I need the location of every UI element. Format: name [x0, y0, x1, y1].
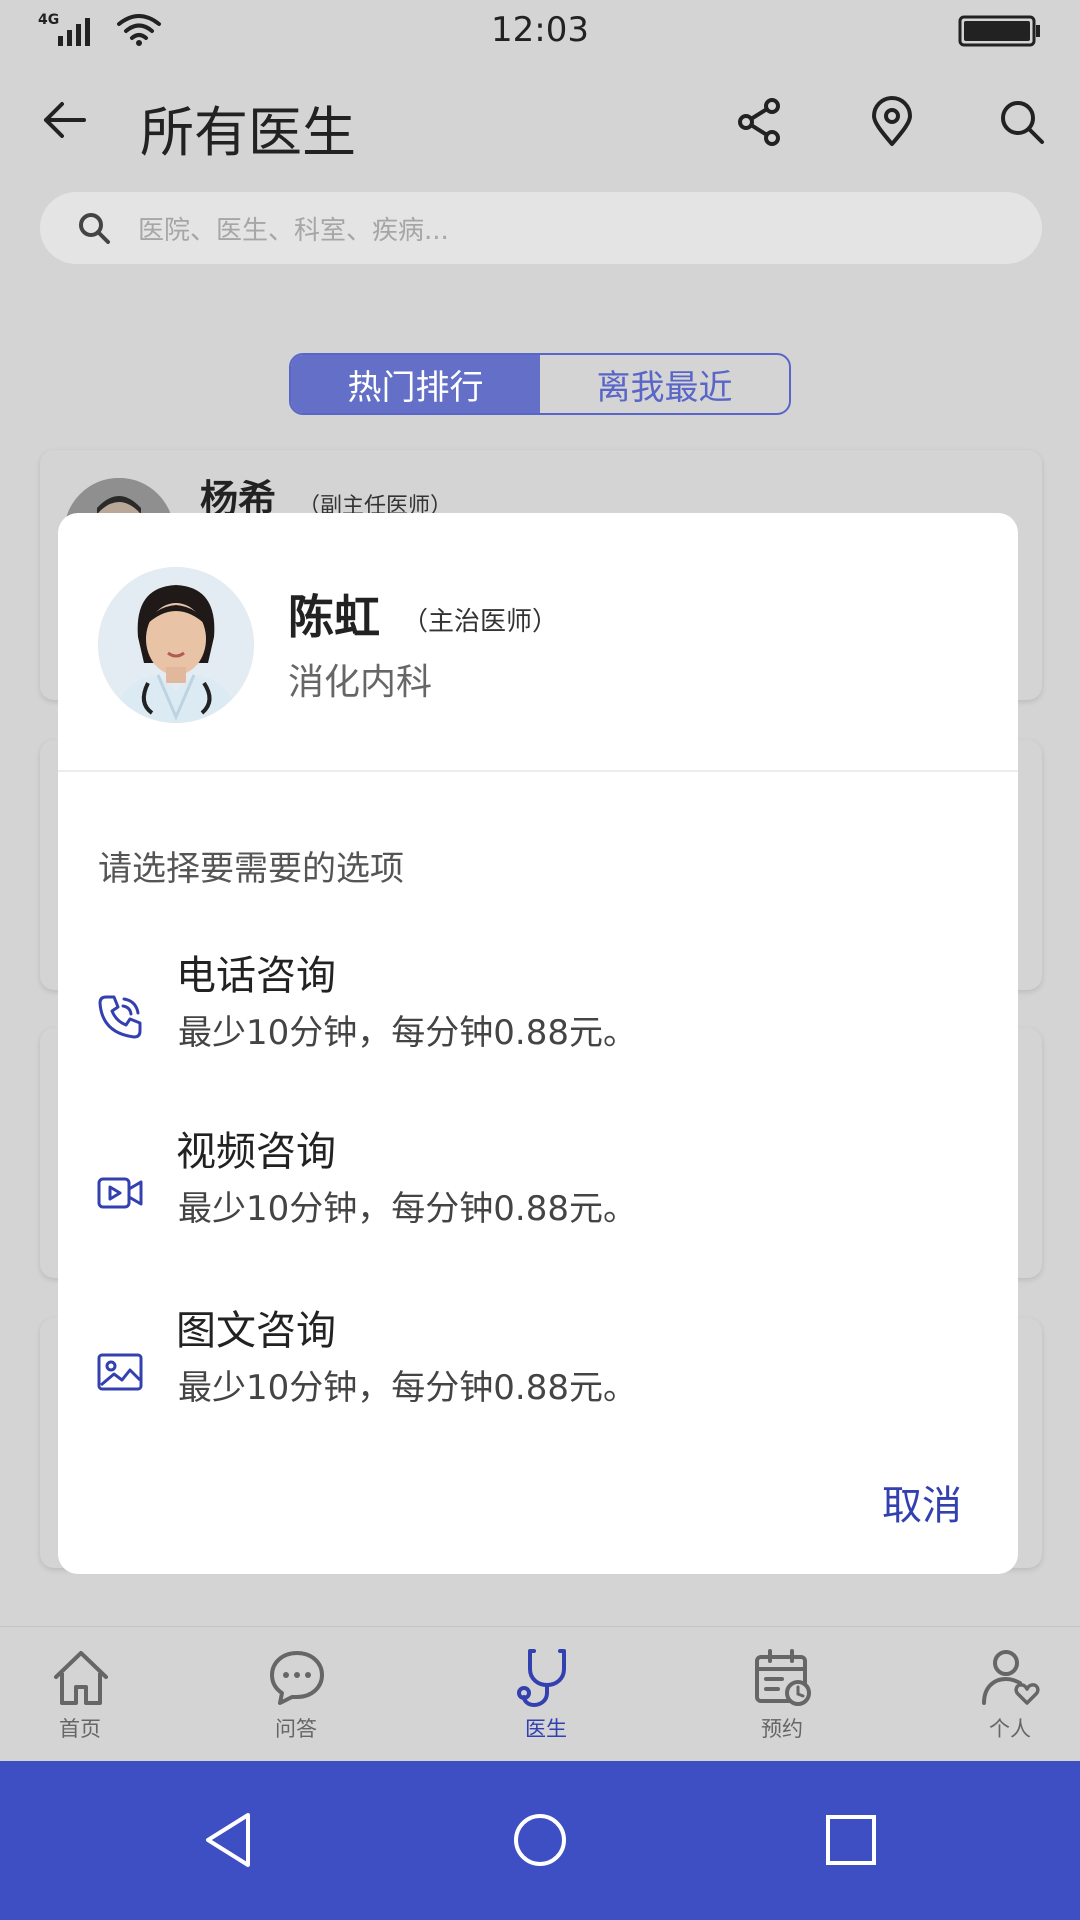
video-icon	[97, 1177, 143, 1209]
image-icon	[97, 1353, 143, 1391]
tab-profile[interactable]: 个人	[930, 1627, 1080, 1762]
share-icon[interactable]	[734, 96, 786, 148]
doctor-photo	[98, 567, 254, 723]
battery-icon	[958, 15, 1040, 47]
home-icon	[54, 1651, 108, 1705]
doctor-avatar	[98, 567, 254, 723]
doctor-department: 消化内科	[288, 662, 433, 703]
tab-label: 医生	[525, 1717, 567, 1741]
tab-label: 预约	[761, 1717, 803, 1741]
back-triangle-icon[interactable]	[194, 1805, 264, 1875]
doctor-title: （主治医师）	[402, 607, 559, 637]
system-navigation-bar	[0, 1761, 1080, 1920]
tab-nearest[interactable]: 离我最近	[540, 355, 789, 413]
tab-home[interactable]: 首页	[0, 1627, 160, 1762]
option-title: 视频咨询	[176, 1129, 336, 1175]
back-arrow-icon[interactable]	[36, 92, 92, 148]
dialog-prompt: 请选择要需要的选项	[98, 849, 404, 889]
option-phone-consult[interactable]: 电话咨询 最少10分钟，每分钟0.88元。	[58, 943, 1018, 1083]
divider	[58, 770, 1018, 772]
tab-appointment[interactable]: 预约	[702, 1627, 862, 1762]
search-input[interactable]: 医院、医生、科室、疾病...	[40, 192, 1042, 264]
tab-qa[interactable]: 问答	[216, 1627, 376, 1762]
doctor-name: 陈虹	[288, 590, 380, 644]
bottom-tab-bar: 首页 问答 医生 预约 个人	[0, 1626, 1080, 1761]
search-placeholder: 医院、医生、科室、疾病...	[138, 216, 449, 246]
option-description: 最少10分钟，每分钟0.88元。	[178, 1368, 637, 1408]
tab-doctors[interactable]: 医生	[466, 1627, 626, 1762]
option-title: 电话咨询	[176, 953, 336, 999]
home-circle-icon[interactable]	[505, 1805, 575, 1875]
option-description: 最少10分钟，每分钟0.88元。	[178, 1013, 637, 1053]
status-bar: 4G 12:03	[0, 0, 1080, 60]
search-icon[interactable]	[996, 96, 1048, 148]
tab-label: 个人	[989, 1717, 1031, 1741]
cancel-button[interactable]: 取消	[882, 1473, 962, 1531]
option-title: 图文咨询	[176, 1308, 336, 1354]
calendar-icon	[755, 1649, 811, 1706]
phone-icon	[98, 995, 142, 1039]
stethoscope-icon	[517, 1649, 566, 1708]
recents-square-icon[interactable]	[816, 1805, 886, 1875]
ranking-segmented-control: 热门排行 离我最近	[289, 353, 791, 415]
option-image-text-consult[interactable]: 图文咨询 最少10分钟，每分钟0.88元。	[58, 1298, 1018, 1438]
consultation-options-dialog: 陈虹 （主治医师） 消化内科 请选择要需要的选项 电话咨询 最少10分钟，每分钟…	[58, 513, 1018, 1574]
tab-label: 首页	[59, 1717, 101, 1741]
app-header: 所有医生 医院、医生、科室、疾病...	[0, 60, 1080, 315]
status-time: 12:03	[491, 10, 589, 50]
option-video-consult[interactable]: 视频咨询 最少10分钟，每分钟0.88元。	[58, 1119, 1018, 1259]
page-title: 所有医生	[140, 101, 356, 164]
chat-icon	[270, 1651, 324, 1705]
tab-label: 问答	[275, 1717, 317, 1741]
user-heart-icon	[982, 1650, 1040, 1705]
tab-hot-ranking[interactable]: 热门排行	[291, 355, 540, 413]
option-description: 最少10分钟，每分钟0.88元。	[178, 1189, 637, 1229]
location-pin-icon[interactable]	[866, 96, 918, 148]
search-icon	[79, 213, 110, 244]
